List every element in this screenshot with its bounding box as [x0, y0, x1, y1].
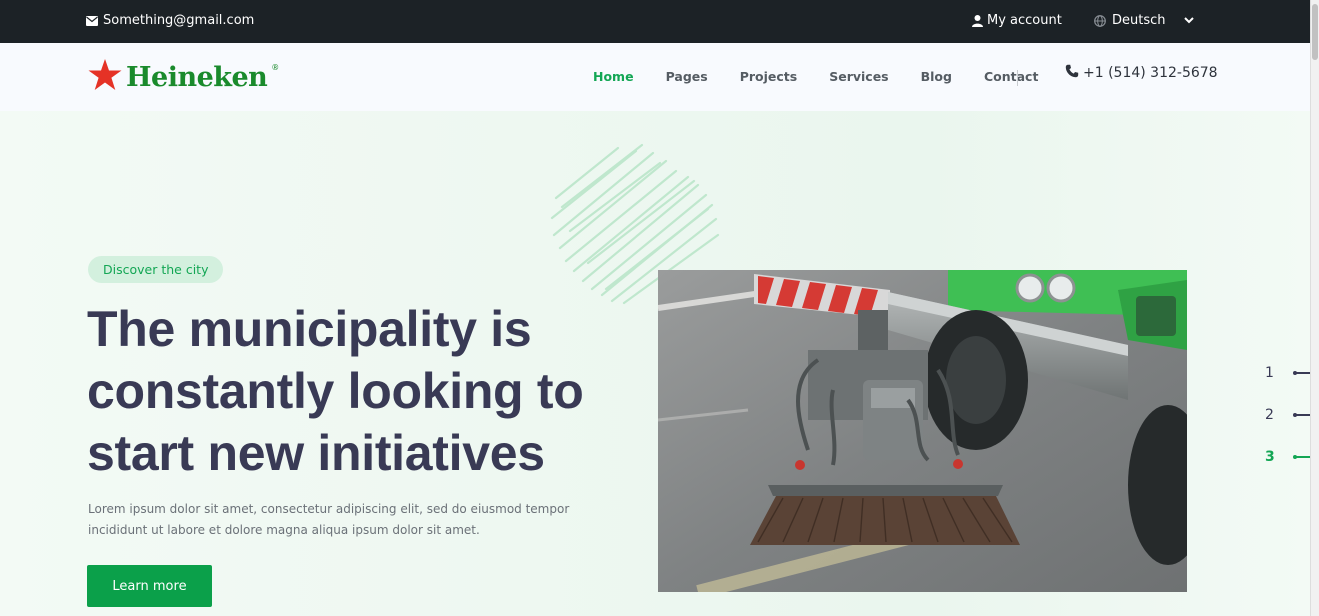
email-text: Something@gmail.com	[103, 13, 255, 28]
hero-description: Lorem ipsum dolor sit amet, consectetur …	[88, 502, 570, 537]
slide-line	[1293, 370, 1311, 375]
globe-icon	[1094, 14, 1106, 27]
nav-divider	[1017, 70, 1018, 86]
phone-link[interactable]: +1 (514) 312-5678	[1065, 64, 1218, 82]
phone-icon	[1065, 64, 1079, 82]
nav-services[interactable]: Services	[829, 69, 888, 84]
star-icon	[88, 59, 122, 95]
main-header: Heineken ® Home Pages Projects Services …	[0, 43, 1310, 111]
headline-line-2: constantly looking to	[87, 363, 584, 419]
envelope-icon	[86, 15, 98, 26]
contact-email[interactable]: Something@gmail.com	[86, 13, 254, 28]
brand-logo[interactable]: Heineken ®	[88, 59, 279, 95]
scrollbar-thumb[interactable]	[1312, 4, 1318, 60]
slide-dot-3[interactable]: 3	[1265, 446, 1311, 467]
brand-name: Heineken	[126, 61, 268, 93]
slide-line	[1293, 412, 1311, 417]
slide-line	[1293, 454, 1311, 459]
nav-pages[interactable]: Pages	[666, 69, 708, 84]
chevron-down-icon	[1183, 17, 1194, 24]
hero-headline: The municipality is constantly looking t…	[87, 298, 647, 484]
main-nav: Home Pages Projects Services Blog Contac…	[593, 69, 1070, 84]
page-scrollbar[interactable]	[1310, 0, 1319, 616]
account-label: My account	[987, 13, 1062, 28]
slide-dot-1[interactable]: 1	[1265, 362, 1311, 383]
learn-more-button[interactable]: Learn more	[87, 565, 212, 607]
registered-mark: ®	[271, 63, 280, 72]
hero-tag: Discover the city	[88, 256, 224, 283]
nav-home[interactable]: Home	[593, 69, 634, 84]
user-icon	[972, 14, 983, 27]
nav-blog[interactable]: Blog	[921, 69, 952, 84]
slide-number: 2	[1265, 406, 1274, 423]
my-account-link[interactable]: My account	[972, 13, 1062, 28]
top-bar: Something@gmail.com My account Deutsch	[0, 0, 1310, 43]
phone-number: +1 (514) 312-5678	[1083, 65, 1218, 81]
slide-number: 3	[1265, 448, 1275, 465]
nav-projects[interactable]: Projects	[740, 69, 798, 84]
slide-dot-2[interactable]: 2	[1265, 404, 1311, 425]
slide-number: 1	[1265, 364, 1274, 381]
headline-line-1: The municipality is	[87, 301, 532, 357]
language-label: Deutsch	[1112, 13, 1166, 28]
language-selector[interactable]: Deutsch	[1094, 13, 1194, 28]
slider-indicator: 1 2 3	[1265, 362, 1311, 488]
hero-image	[658, 270, 1187, 592]
headline-line-3: start new initiatives	[87, 425, 545, 481]
nav-contact[interactable]: Contact	[984, 69, 1038, 84]
